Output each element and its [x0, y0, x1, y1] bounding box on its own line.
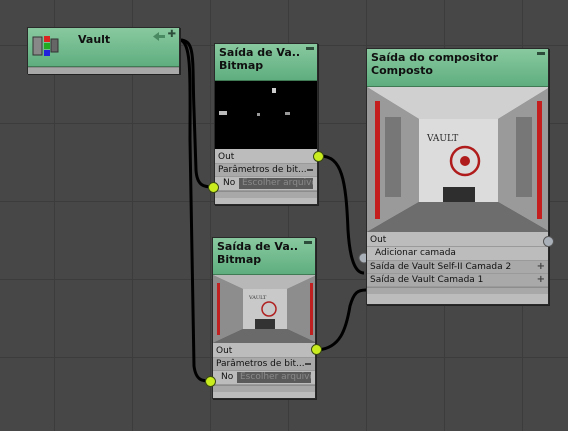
- bitmap1-params-row[interactable]: Parâmetros de bit...: [215, 164, 317, 177]
- bitmap2-out-port[interactable]: [311, 344, 322, 355]
- compositor-header[interactable]: Saída do compositor Composto: [367, 49, 548, 87]
- bitmap2-title: Saída de Va...: [217, 240, 299, 253]
- bitmap1-header[interactable]: Saída de Va... Bitmap: [215, 44, 317, 81]
- collapse-section-icon[interactable]: [305, 363, 311, 365]
- bitmap2-out-row: Out: [213, 345, 315, 358]
- bitmap2-choose-file-input[interactable]: Escolher arquivo: [237, 372, 311, 383]
- bitmap2-subtitle: Bitmap: [217, 253, 262, 266]
- collapse-icon[interactable]: [537, 52, 545, 55]
- bitmap1-out-label: Out: [218, 152, 235, 162]
- bitmap2-in-port[interactable]: [205, 376, 216, 387]
- compositor-preview: VAULT: [367, 87, 548, 232]
- add-output-icon[interactable]: ✚: [168, 28, 176, 41]
- bitmap1-params-label: Parâmetros de bit...: [218, 165, 307, 175]
- compositor-layer1-label: Saída de Vault Camada 1: [370, 275, 484, 285]
- vault-node[interactable]: Vault ✚: [27, 27, 180, 74]
- compositor-layer1-row[interactable]: Saída de Vault Camada 1 +: [367, 274, 548, 287]
- bitmap1-footer: [215, 191, 317, 198]
- compositor-out-row: Out: [367, 234, 548, 247]
- bitmap2-no-label: No: [221, 372, 234, 382]
- compositor-add-layer-row[interactable]: Adicionar camada: [367, 247, 548, 261]
- bitmap-node-2[interactable]: Saída de Va... Bitmap VAULT Out Parâmetr…: [212, 237, 316, 399]
- compositor-node[interactable]: Saída do compositor Composto VAULT Out A…: [366, 48, 549, 305]
- collapse-icon[interactable]: [306, 47, 314, 50]
- compositor-title: Saída do compositor: [371, 51, 499, 64]
- bitmap1-subtitle: Bitmap: [219, 59, 264, 72]
- bitmap1-out-row: Out: [215, 151, 317, 164]
- bitmap1-in-port[interactable]: [208, 182, 219, 193]
- vault-node-footer: [28, 67, 179, 74]
- compositor-out-port[interactable]: [543, 236, 554, 247]
- bitmap2-footer: [213, 385, 315, 392]
- bitmap1-preview: [215, 81, 317, 149]
- vault-node-title: Vault: [78, 33, 111, 46]
- bitmap2-params-row[interactable]: Parâmetros de bit...: [213, 358, 315, 371]
- compositor-out-label: Out: [370, 235, 387, 245]
- bitmap1-choose-file-input[interactable]: Escolher arquivo: [239, 178, 313, 189]
- compositor-add-layer-label: Adicionar camada: [375, 248, 456, 258]
- bitmap2-header[interactable]: Saída de Va... Bitmap: [213, 238, 315, 275]
- bitmap1-file-row: No Escolher arquivo: [215, 177, 317, 191]
- compositor-layer2-row[interactable]: Saída de Vault Self-II Camada 2 +: [367, 261, 548, 274]
- vault-node-header[interactable]: Vault ✚: [28, 28, 179, 67]
- arrow-left-icon[interactable]: [153, 31, 165, 41]
- expand-section-icon[interactable]: +: [537, 275, 545, 285]
- compositor-footer: [367, 287, 548, 294]
- wire-vault-to-bitmap2: [179, 38, 212, 383]
- collapse-icon[interactable]: [304, 241, 312, 244]
- bitmap2-file-row: No Escolher arquivo: [213, 371, 315, 385]
- bitmap2-preview-sign: VAULT: [248, 295, 267, 301]
- compositor-layer2-label: Saída de Vault Self-II Camada 2: [370, 262, 512, 272]
- bitmap2-out-label: Out: [216, 346, 233, 356]
- wire-vault-to-bitmap1: [179, 38, 214, 189]
- collapse-section-icon[interactable]: [307, 169, 313, 171]
- wire-bitmap2-to-layer1: [317, 288, 367, 352]
- compositor-subtitle: Composto: [371, 64, 433, 77]
- bitmap2-preview: VAULT: [213, 275, 315, 343]
- bitmap1-no-label: No: [223, 178, 236, 188]
- wire-bitmap1-to-layer2: [319, 154, 365, 275]
- bitmap2-params-label: Parâmetros de bit...: [216, 359, 305, 369]
- vault-node-icon: [32, 35, 60, 57]
- bitmap1-title: Saída de Va...: [219, 46, 301, 59]
- bitmap-node-1[interactable]: Saída de Va... Bitmap Out Parâmetros de …: [214, 43, 318, 205]
- bitmap1-out-port[interactable]: [313, 151, 324, 162]
- expand-section-icon[interactable]: +: [537, 262, 545, 272]
- compositor-preview-sign: VAULT: [426, 134, 458, 144]
